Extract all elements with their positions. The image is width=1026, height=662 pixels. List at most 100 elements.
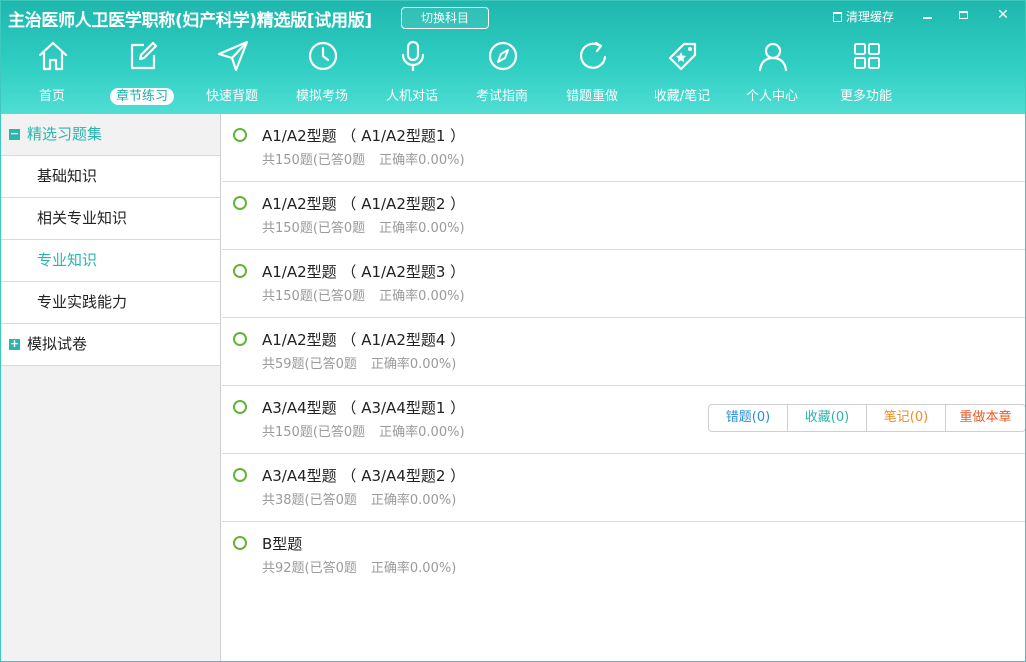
status-circle-icon (233, 332, 247, 346)
chapter-count: 共59题(已答0题 (262, 357, 357, 372)
nav-mock-exam[interactable]: 模拟考场 (277, 35, 367, 114)
chapter-stats: 共38题(已答0题 正确率0.00%) (262, 489, 456, 508)
main-nav: 首页 章节练习 快速背题 模拟考场 人机对话 考试指南 错题重做 收藏/笔记 个… (1, 35, 1025, 114)
nav-quick-review[interactable]: 快速背题 (187, 35, 277, 114)
chapter-accuracy: 正确率0.00%) (370, 493, 457, 508)
chapter-count: 共150题(已答0题 (262, 289, 366, 304)
clock-icon (308, 41, 338, 71)
nav-exam-guide-label: 考试指南 (475, 89, 528, 104)
sidebar-group-label: 精选习题集 (27, 125, 103, 143)
status-circle-icon (233, 400, 247, 414)
switch-subject-button[interactable]: 切换科目 (401, 7, 489, 29)
sidebar-item-related-knowledge[interactable]: 相关专业知识 (1, 198, 220, 240)
chapter-stats: 共92题(已答0题 正确率0.00%) (262, 557, 456, 576)
chapter-count: 共150题(已答0题 (262, 221, 366, 236)
sidebar-item-label: 相关专业知识 (37, 209, 128, 227)
chapter-title: A3/A4型题 （ A3/A4型题1 ） (262, 399, 466, 417)
nav-exam-guide[interactable]: 考试指南 (457, 35, 547, 114)
chapter-row[interactable]: A1/A2型题 （ A1/A2型题3 ） 共150题(已答0题 正确率0.00%) (222, 250, 1025, 318)
tag-star-icon (668, 42, 697, 71)
status-circle-icon (233, 128, 247, 142)
close-icon: ✕ (997, 7, 1009, 23)
chapter-count: 共92题(已答0题 (262, 561, 357, 576)
wrong-questions-button[interactable]: 错题(0) (709, 405, 788, 431)
chapter-row[interactable]: A1/A2型题 （ A1/A2型题2 ） 共150题(已答0题 正确率0.00%) (222, 182, 1025, 250)
maximize-icon (958, 11, 968, 19)
header-bar: 主治医师人卫医学职称(妇产科学)精选版[试用版] 切换科目 清理缓存 ✕ 首页 … (1, 1, 1025, 114)
trash-icon (833, 12, 842, 22)
chapter-accuracy: 正确率0.00%) (379, 289, 465, 304)
nav-more-features-label: 更多功能 (839, 89, 892, 104)
nav-dialogue-label: 人机对话 (385, 89, 438, 104)
chapter-title: A1/A2型题 （ A1/A2型题1 ） (262, 127, 466, 145)
edit-icon (130, 41, 158, 70)
nav-redo-wrong[interactable]: 错题重做 (547, 35, 637, 114)
chapter-accuracy: 正确率0.00%) (379, 153, 465, 168)
chapter-accuracy: 正确率0.00%) (379, 425, 465, 440)
minimize-icon (922, 17, 932, 19)
chapter-stats: 共150题(已答0题 正确率0.00%) (262, 285, 465, 304)
nav-dialogue[interactable]: 人机对话 (367, 35, 457, 114)
chapter-title: A1/A2型题 （ A1/A2型题4 ） (262, 331, 466, 349)
chapter-title: B型题 (262, 535, 303, 553)
chapter-accuracy: 正确率0.00%) (370, 561, 457, 576)
sidebar-item-label: 基础知识 (37, 167, 98, 185)
nav-mock-exam-label: 模拟考场 (295, 89, 348, 104)
status-circle-icon (233, 468, 247, 482)
microphone-icon (401, 40, 425, 72)
favorites-button[interactable]: 收藏(0) (788, 405, 867, 431)
sidebar-group-selected-exercises[interactable]: − 精选习题集 (1, 114, 220, 156)
chapter-row[interactable]: A1/A2型题 （ A1/A2型题1 ） 共150题(已答0题 正确率0.00%) (222, 114, 1025, 182)
chapter-title: A1/A2型题 （ A1/A2型题3 ） (262, 263, 466, 281)
nav-favorites-notes[interactable]: 收藏/笔记 (637, 35, 727, 114)
chapter-row[interactable]: A3/A4型题 （ A3/A4型题2 ） 共38题(已答0题 正确率0.00%) (222, 454, 1025, 522)
sidebar-item-practice-ability[interactable]: 专业实践能力 (1, 282, 220, 324)
chapter-stats: 共59题(已答0题 正确率0.00%) (262, 353, 456, 372)
chapter-row[interactable]: A1/A2型题 （ A1/A2型题4 ） 共59题(已答0题 正确率0.00%) (222, 318, 1025, 386)
chapter-actions: 错题(0) 收藏(0) 笔记(0) 重做本章 (708, 404, 1025, 432)
home-icon (38, 41, 68, 71)
nav-chapter-practice-label: 章节练习 (109, 88, 174, 105)
sidebar-item-professional-knowledge[interactable]: 专业知识 (1, 240, 220, 282)
redo-chapter-button[interactable]: 重做本章 (946, 405, 1025, 431)
chapter-stats: 共150题(已答0题 正确率0.00%) (262, 217, 465, 236)
status-circle-icon (233, 264, 247, 278)
chapter-row[interactable]: A3/A4型题 （ A3/A4型题1 ） 共150题(已答0题 正确率0.00%)… (222, 386, 1025, 454)
minimize-button[interactable] (916, 5, 938, 25)
nav-chapter-practice[interactable]: 章节练习 (97, 35, 187, 114)
clear-cache-label: 清理缓存 (846, 10, 895, 24)
chapter-title: A3/A4型题 （ A3/A4型题2 ） (262, 467, 466, 485)
chapter-accuracy: 正确率0.00%) (379, 221, 465, 236)
compass-icon (488, 41, 518, 71)
chapter-list: A1/A2型题 （ A1/A2型题1 ） 共150题(已答0题 正确率0.00%)… (222, 114, 1025, 661)
collapse-icon[interactable]: − (9, 128, 20, 140)
close-button[interactable]: ✕ (992, 5, 1014, 25)
nav-home[interactable]: 首页 (7, 35, 97, 114)
nav-more-features[interactable]: 更多功能 (821, 35, 911, 114)
notes-button[interactable]: 笔记(0) (867, 405, 946, 431)
clear-cache-button[interactable]: 清理缓存 (833, 8, 894, 25)
chapter-accuracy: 正确率0.00%) (370, 357, 457, 372)
maximize-button[interactable] (952, 5, 974, 25)
status-circle-icon (233, 536, 247, 550)
sidebar-item-label: 专业知识 (37, 251, 98, 269)
sidebar-group-mock-papers[interactable]: + 模拟试卷 (1, 324, 220, 366)
chapter-title: A1/A2型题 （ A1/A2型题2 ） (262, 195, 466, 213)
chapter-row[interactable]: B型题 共92题(已答0题 正确率0.00%) (222, 522, 1025, 590)
nav-personal-center[interactable]: 个人中心 (727, 35, 817, 114)
sidebar: − 精选习题集 基础知识 相关专业知识 专业知识 专业实践能力 + 模拟试卷 (1, 114, 221, 661)
nav-favorites-notes-label: 收藏/笔记 (653, 89, 711, 104)
sidebar-item-basic-knowledge[interactable]: 基础知识 (1, 156, 220, 198)
user-icon (758, 42, 788, 72)
chapter-count: 共38题(已答0题 (262, 493, 357, 508)
expand-icon[interactable]: + (9, 338, 20, 350)
sidebar-group-label: 模拟试卷 (27, 335, 88, 353)
nav-quick-review-label: 快速背题 (205, 89, 258, 104)
nav-personal-center-label: 个人中心 (745, 89, 798, 104)
chapter-stats: 共150题(已答0题 正确率0.00%) (262, 421, 465, 440)
app-title: 主治医师人卫医学职称(妇产科学)精选版[试用版] (8, 11, 372, 31)
grid-icon (854, 43, 880, 69)
send-icon (217, 40, 249, 72)
nav-home-label: 首页 (38, 89, 65, 104)
sidebar-item-label: 专业实践能力 (37, 293, 128, 311)
